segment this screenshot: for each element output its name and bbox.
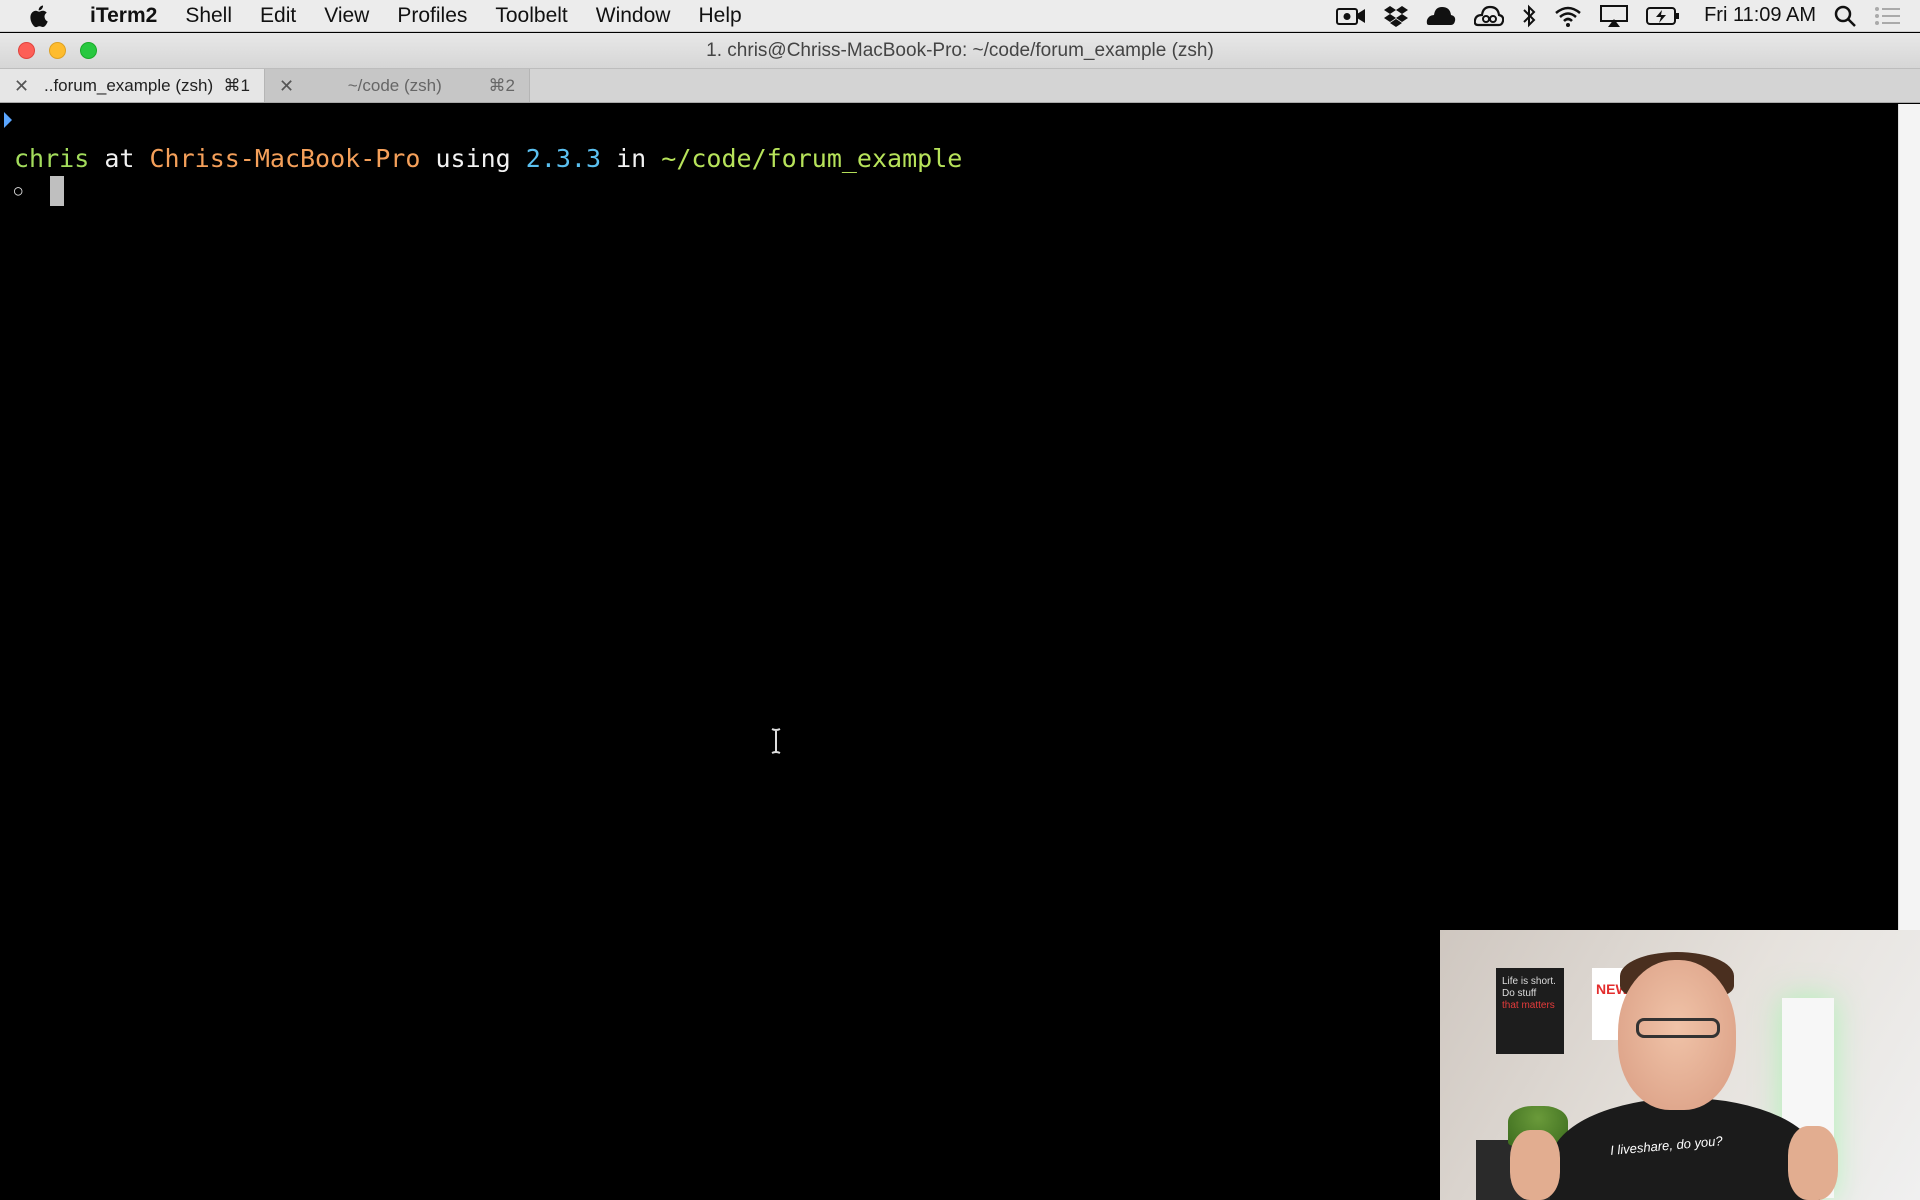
- prompt-in: in: [601, 144, 662, 173]
- cloud-app-icon[interactable]: [1426, 5, 1456, 27]
- prompt-symbol: ○: [14, 183, 23, 199]
- menu-profiles[interactable]: Profiles: [383, 4, 481, 28]
- menu-clock[interactable]: Fri 11:09 AM: [1704, 4, 1816, 27]
- prompt-user: chris: [14, 144, 90, 173]
- input-line[interactable]: ○: [14, 176, 64, 206]
- wifi-icon[interactable]: [1554, 5, 1582, 27]
- prompt-line: chris at Chriss-MacBook-Pro using 2.3.3 …: [14, 144, 962, 173]
- close-window-button[interactable]: [18, 42, 35, 59]
- presenter-right-hand: [1788, 1126, 1838, 1200]
- tab-label: ..forum_example (zsh): [44, 75, 214, 95]
- prompt-at: at: [89, 144, 150, 173]
- menu-help[interactable]: Help: [684, 4, 755, 28]
- presenter-glasses: [1636, 1018, 1720, 1038]
- battery-icon[interactable]: [1646, 6, 1680, 26]
- poster-left-red-text: that matters: [1502, 1000, 1555, 1011]
- camera-icon[interactable]: [1336, 6, 1366, 26]
- tab-label: ~/code (zsh): [347, 75, 442, 95]
- menu-edit[interactable]: Edit: [246, 4, 310, 28]
- spotlight-search-icon[interactable]: [1834, 5, 1856, 27]
- window-controls: [18, 42, 97, 59]
- tab-code[interactable]: ✕ ~/code (zsh) ⌘2: [265, 69, 530, 102]
- tab-close-icon[interactable]: ✕: [279, 77, 299, 95]
- menu-bar: iTerm2 Shell Edit View Profiles Toolbelt…: [0, 0, 1920, 32]
- tab-shortcut: ⌘2: [488, 75, 515, 95]
- tab-forum-example[interactable]: ✕ ..forum_example (zsh) ⌘1: [0, 69, 265, 102]
- status-area: Fri 11:09 AM: [1336, 4, 1920, 28]
- apple-menu[interactable]: [28, 4, 70, 28]
- prompt-mark-icon: [4, 112, 12, 128]
- dropbox-icon[interactable]: [1384, 5, 1409, 27]
- menu-toolbelt[interactable]: Toolbelt: [481, 4, 581, 28]
- tab-shortcut: ⌘1: [223, 75, 250, 95]
- poster-left-text: Life is short. Do stuff: [1502, 976, 1556, 999]
- tab-close-icon[interactable]: ✕: [14, 77, 34, 95]
- prompt-host: Chriss-MacBook-Pro: [149, 144, 421, 173]
- tab-bar: ✕ ..forum_example (zsh) ⌘1 ✕ ~/code (zsh…: [0, 69, 1920, 103]
- poster-left: Life is short. Do stuff that matters: [1496, 968, 1564, 1054]
- bluetooth-icon[interactable]: [1522, 4, 1536, 28]
- notification-center-icon[interactable]: [1874, 6, 1900, 26]
- maximize-window-button[interactable]: [80, 42, 97, 59]
- prompt-version: 2.3.3: [525, 144, 602, 173]
- ibeam-cursor-icon: [771, 728, 781, 754]
- window-titlebar[interactable]: 1. chris@Chriss-MacBook-Pro: ~/code/foru…: [0, 33, 1920, 69]
- prompt-path: ~/code/forum_example: [661, 144, 963, 173]
- text-cursor: [50, 176, 64, 206]
- menu-shell[interactable]: Shell: [171, 4, 246, 28]
- airplay-icon[interactable]: [1600, 4, 1629, 27]
- minimize-window-button[interactable]: [49, 42, 66, 59]
- creative-cloud-icon[interactable]: [1474, 5, 1505, 27]
- apple-icon: [30, 5, 48, 27]
- menu-view[interactable]: View: [310, 4, 383, 28]
- prompt-using: using: [420, 144, 526, 173]
- window-title: 1. chris@Chriss-MacBook-Pro: ~/code/foru…: [706, 39, 1214, 61]
- presenter-left-hand: [1510, 1130, 1560, 1200]
- webcam-overlay: Life is short. Do stuff that matters NEW…: [1440, 930, 1920, 1200]
- menu-app-name[interactable]: iTerm2: [70, 4, 171, 28]
- terminal-scrollbar[interactable]: [1898, 104, 1920, 959]
- menu-window[interactable]: Window: [582, 4, 685, 28]
